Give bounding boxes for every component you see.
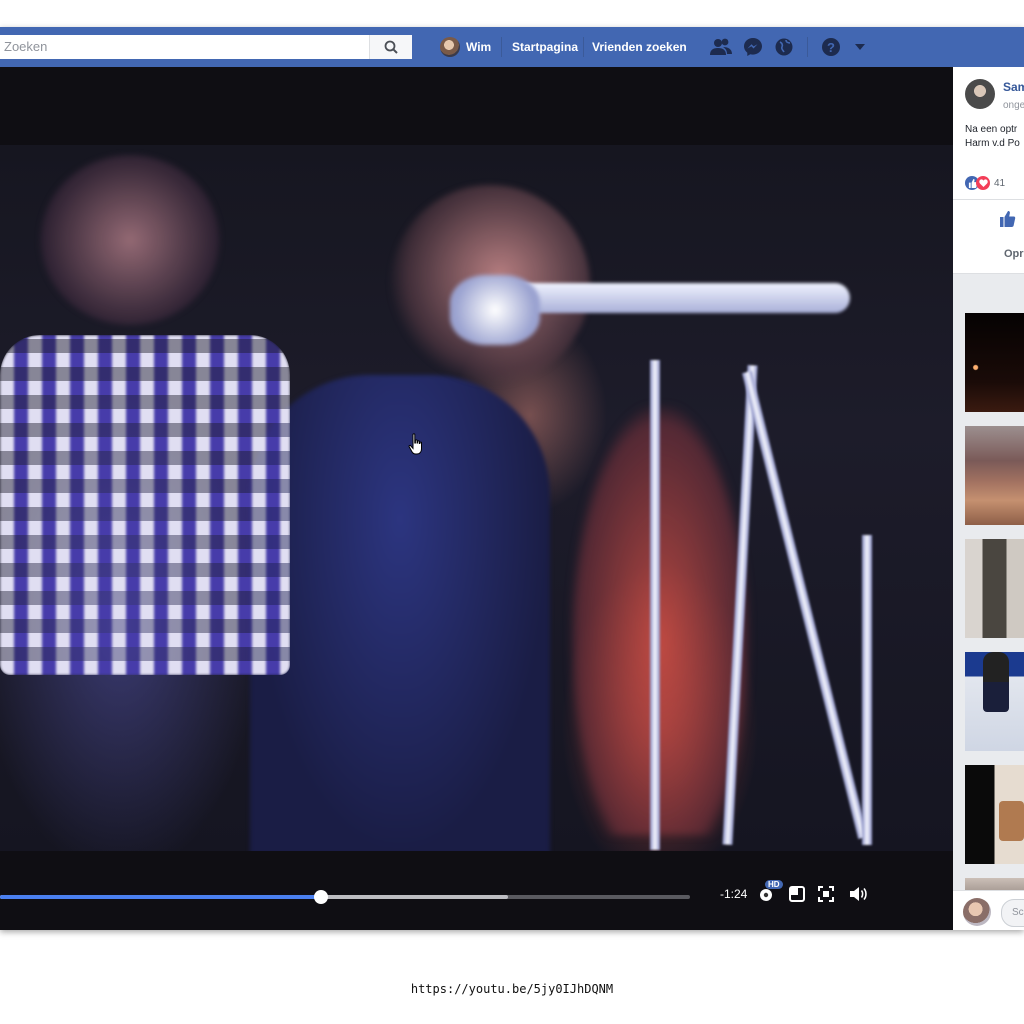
top-navigation-bar: Wim Startpagina Vrienden zoeken ? <box>0 27 1024 68</box>
find-friends-label: Vrienden zoeken <box>592 40 687 54</box>
video-thumbnail[interactable] <box>965 652 1024 751</box>
help-icon: ? <box>822 38 840 56</box>
comment-composer: Sc <box>953 890 1024 930</box>
avatar[interactable] <box>965 79 995 109</box>
video-scene-figure <box>0 335 290 675</box>
divider <box>807 37 808 57</box>
thumbnail-figure <box>999 801 1024 841</box>
mic-stand <box>862 535 872 845</box>
post-action-label[interactable]: Opr <box>1004 248 1024 260</box>
caret-down-icon <box>855 44 865 50</box>
divider <box>583 37 584 57</box>
friend-requests-button[interactable] <box>709 35 733 59</box>
progress-bar[interactable] <box>0 890 690 904</box>
help-button[interactable]: ? <box>819 35 843 59</box>
divider <box>953 199 1024 200</box>
profile-link[interactable]: Wim <box>440 27 491 67</box>
search-box <box>0 35 412 59</box>
mini-player-icon <box>789 886 805 902</box>
hd-badge: HD <box>765 880 783 889</box>
account-menu-button[interactable] <box>848 35 872 59</box>
thumbs-up-icon <box>1000 211 1016 227</box>
video-thumbnail[interactable] <box>965 765 1024 864</box>
avatar <box>963 898 991 926</box>
mic-stand <box>650 360 660 850</box>
video-player[interactable] <box>0 67 953 930</box>
comment-input[interactable]: Sc <box>1001 899 1024 927</box>
search-input[interactable] <box>0 35 374 57</box>
home-label: Startpagina <box>512 40 579 54</box>
thumbnail-figure <box>983 652 1009 712</box>
microphone-head <box>450 275 540 345</box>
notifications-button[interactable] <box>772 35 796 59</box>
fullscreen-button[interactable] <box>815 883 837 905</box>
love-reaction-icon <box>976 176 990 190</box>
like-button[interactable] <box>999 210 1017 233</box>
profile-name: Wim <box>466 40 492 54</box>
search-icon <box>384 40 398 54</box>
video-thumbnail[interactable] <box>965 539 1024 638</box>
post-text-line: Harm v.d Po <box>965 138 1020 149</box>
volume-button[interactable] <box>847 883 869 905</box>
post-subtitle: onge <box>1003 100 1024 111</box>
globe-icon <box>775 38 793 56</box>
volume-icon <box>850 887 867 901</box>
video-scene-figure <box>250 375 550 851</box>
search-button[interactable] <box>369 35 412 59</box>
reactions-summary[interactable]: 41 <box>965 176 1005 190</box>
time-remaining: -1:24 <box>720 887 748 901</box>
video-thumbnail[interactable] <box>965 313 1024 412</box>
divider <box>501 37 502 57</box>
video-scene-figure <box>570 405 750 835</box>
post-author-link[interactable]: Sam <box>1003 80 1024 94</box>
played-bar <box>0 895 321 899</box>
post-text-line: Na een optr <box>965 124 1018 135</box>
messenger-button[interactable] <box>741 35 765 59</box>
mic-stand <box>742 370 868 840</box>
browser-window: Wim Startpagina Vrienden zoeken ? <box>0 27 1024 930</box>
scrubber-handle[interactable] <box>313 890 328 904</box>
video-frame[interactable] <box>0 145 953 851</box>
post-card: Sam onge Na een optr Harm v.d Po 41 Opr <box>953 67 1024 274</box>
messenger-icon <box>744 38 762 56</box>
mini-player-button[interactable] <box>786 883 808 905</box>
avatar <box>440 37 460 57</box>
post-sidebar: Sam onge Na een optr Harm v.d Po 41 Opr <box>953 67 1024 930</box>
fullscreen-icon <box>818 886 834 902</box>
video-scene-figure <box>40 155 220 325</box>
video-thumbnail[interactable] <box>965 426 1024 525</box>
svg-text:?: ? <box>827 40 835 55</box>
hand-cursor-icon <box>408 433 424 460</box>
friends-icon <box>710 38 732 55</box>
source-url: https://youtu.be/5jy0IJhDQNM <box>410 982 614 996</box>
reaction-count: 41 <box>994 177 1006 189</box>
find-friends-link[interactable]: Vrienden zoeken <box>592 27 687 67</box>
home-link[interactable]: Startpagina <box>512 27 578 67</box>
post-text: Na een optr Harm v.d Po <box>965 123 1020 151</box>
